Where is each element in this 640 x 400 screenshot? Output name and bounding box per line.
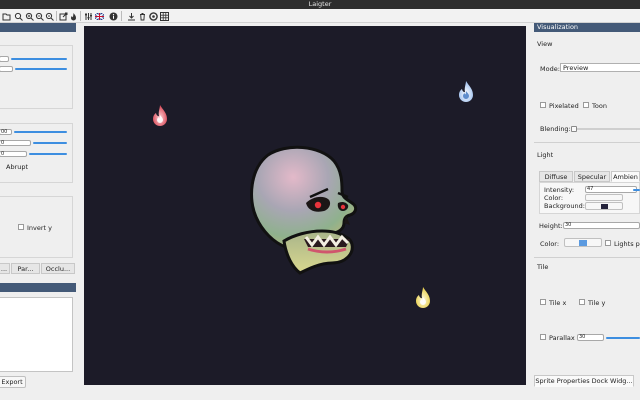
left-spin-3[interactable]: 00 bbox=[0, 129, 12, 135]
height-value: 30 bbox=[565, 222, 572, 228]
toolbar-separator bbox=[121, 11, 122, 21]
toolbar-separator bbox=[56, 11, 57, 21]
window-title: Laigter bbox=[308, 0, 332, 8]
background-label: Background: bbox=[544, 202, 585, 210]
info-icon[interactable] bbox=[108, 11, 118, 21]
blending-slider-handle[interactable] bbox=[571, 126, 577, 132]
export-icon[interactable] bbox=[58, 11, 68, 21]
left-group-2: 00 0 0 Abrupt bbox=[0, 123, 73, 183]
invert-y-label: Invert y bbox=[27, 224, 53, 232]
window-title-bar: Laigter bbox=[0, 0, 640, 9]
tab-specular[interactable]: Specular bbox=[574, 171, 610, 182]
light-tile-separator bbox=[534, 257, 640, 258]
zoom-reset-icon[interactable] bbox=[44, 11, 54, 21]
parallax-label: Parallax bbox=[549, 334, 575, 342]
light-color-swatch bbox=[579, 240, 587, 246]
tile-x-label: Tile x bbox=[549, 299, 567, 307]
sliders-icon[interactable] bbox=[83, 11, 93, 21]
toon-label: Toon bbox=[592, 102, 607, 110]
ambient-color-label: Color: bbox=[544, 194, 564, 202]
blending-label: Blending: bbox=[540, 125, 571, 133]
left-tab-1[interactable]: ... bbox=[0, 263, 10, 274]
left-tab-occlusion[interactable]: Occlu... bbox=[41, 263, 75, 274]
intensity-label: Intensity: bbox=[544, 186, 575, 194]
tab-diffuse[interactable]: Diffuse bbox=[539, 171, 573, 182]
light-color-label: Color: bbox=[540, 240, 560, 248]
left-spin-4[interactable]: 0 bbox=[0, 140, 31, 146]
intensity-slider[interactable] bbox=[633, 189, 640, 191]
lights-per-checkbox[interactable] bbox=[605, 240, 611, 246]
left-slider-2[interactable] bbox=[15, 68, 67, 70]
pixelated-label: Pixelated bbox=[549, 102, 579, 110]
tile-section-title: Tile bbox=[537, 263, 549, 271]
left-slider-4[interactable] bbox=[33, 142, 67, 144]
download-icon[interactable] bbox=[126, 11, 136, 21]
abrupt-label: Abrupt bbox=[6, 163, 29, 171]
left-spin-1[interactable] bbox=[0, 56, 9, 62]
zoom-fit-icon[interactable] bbox=[13, 11, 23, 21]
ambient-tab-panel: Intensity: 47 Color: Background: bbox=[539, 182, 640, 214]
left-dock: 00 0 0 Abrupt Invert y ... Par... Occlu.… bbox=[0, 23, 76, 400]
tile-y-checkbox[interactable] bbox=[579, 299, 585, 305]
zoom-in-icon[interactable] bbox=[24, 11, 34, 21]
left-dock-title-bar bbox=[0, 23, 76, 32]
light-color-button[interactable] bbox=[564, 238, 602, 247]
left-list-box[interactable] bbox=[0, 297, 73, 372]
left-dock-title-bar-2 bbox=[0, 283, 76, 292]
left-group-1 bbox=[0, 45, 73, 109]
parallax-checkbox[interactable] bbox=[540, 334, 546, 340]
height-spinbox[interactable]: 30 bbox=[563, 222, 640, 229]
left-slider-3[interactable] bbox=[14, 131, 67, 133]
visualization-dock-title: Visualization bbox=[534, 23, 640, 32]
target-icon[interactable] bbox=[148, 11, 158, 21]
skull-sprite[interactable] bbox=[248, 143, 360, 277]
light-section-title: Light bbox=[537, 151, 554, 159]
toolbar-separator bbox=[80, 11, 81, 21]
tile-y-label: Tile y bbox=[588, 299, 606, 307]
light-red[interactable] bbox=[149, 103, 171, 129]
toon-checkbox[interactable] bbox=[583, 102, 589, 108]
intensity-value: 47 bbox=[587, 186, 594, 192]
export-button[interactable]: Export bbox=[0, 376, 26, 388]
lights-per-label: Lights pe bbox=[614, 240, 640, 248]
parallax-value: 30 bbox=[579, 334, 586, 340]
mode-select[interactable]: Preview bbox=[560, 63, 640, 72]
view-light-separator bbox=[534, 142, 640, 143]
tile-x-checkbox[interactable] bbox=[540, 299, 546, 305]
height-label: Height: bbox=[539, 222, 563, 230]
fire-icon[interactable] bbox=[68, 11, 78, 21]
background-color-button[interactable] bbox=[585, 202, 623, 210]
left-group-3: Invert y bbox=[0, 196, 73, 258]
light-blue[interactable] bbox=[455, 79, 477, 105]
right-dock: Visualization View Mode: Preview Pixelat… bbox=[534, 23, 640, 400]
left-slider-5[interactable] bbox=[29, 153, 67, 155]
background-color-swatch bbox=[601, 204, 608, 209]
intensity-spinbox[interactable]: 47 bbox=[585, 186, 637, 193]
mode-value: Preview bbox=[563, 64, 589, 72]
main-toolbar bbox=[0, 9, 640, 23]
grid-icon[interactable] bbox=[159, 11, 169, 21]
sprite-properties-dock-tab[interactable]: Sprite Properties Dock Widg... bbox=[534, 375, 634, 387]
left-tab-parameters[interactable]: Par... bbox=[11, 263, 40, 274]
left-slider-1[interactable] bbox=[11, 58, 67, 60]
left-spin-5[interactable]: 0 bbox=[0, 151, 27, 157]
trash-icon[interactable] bbox=[137, 11, 147, 21]
open-icon[interactable] bbox=[1, 11, 11, 21]
left-spin-2[interactable] bbox=[0, 66, 13, 72]
mode-label: Mode: bbox=[540, 65, 560, 73]
tab-ambient[interactable]: Ambien bbox=[611, 171, 640, 182]
parallax-spinbox[interactable]: 30 bbox=[577, 334, 604, 341]
parallax-slider[interactable] bbox=[606, 337, 640, 339]
zoom-out-icon[interactable] bbox=[34, 11, 44, 21]
ambient-color-button[interactable] bbox=[585, 194, 623, 201]
pixelated-checkbox[interactable] bbox=[540, 102, 546, 108]
invert-y-checkbox[interactable] bbox=[18, 224, 24, 230]
flag-icon[interactable] bbox=[94, 11, 104, 21]
light-yellow[interactable] bbox=[412, 285, 434, 311]
visualization-title: Visualization bbox=[537, 23, 579, 31]
view-section-title: View bbox=[537, 40, 553, 48]
blending-slider[interactable] bbox=[572, 128, 640, 130]
